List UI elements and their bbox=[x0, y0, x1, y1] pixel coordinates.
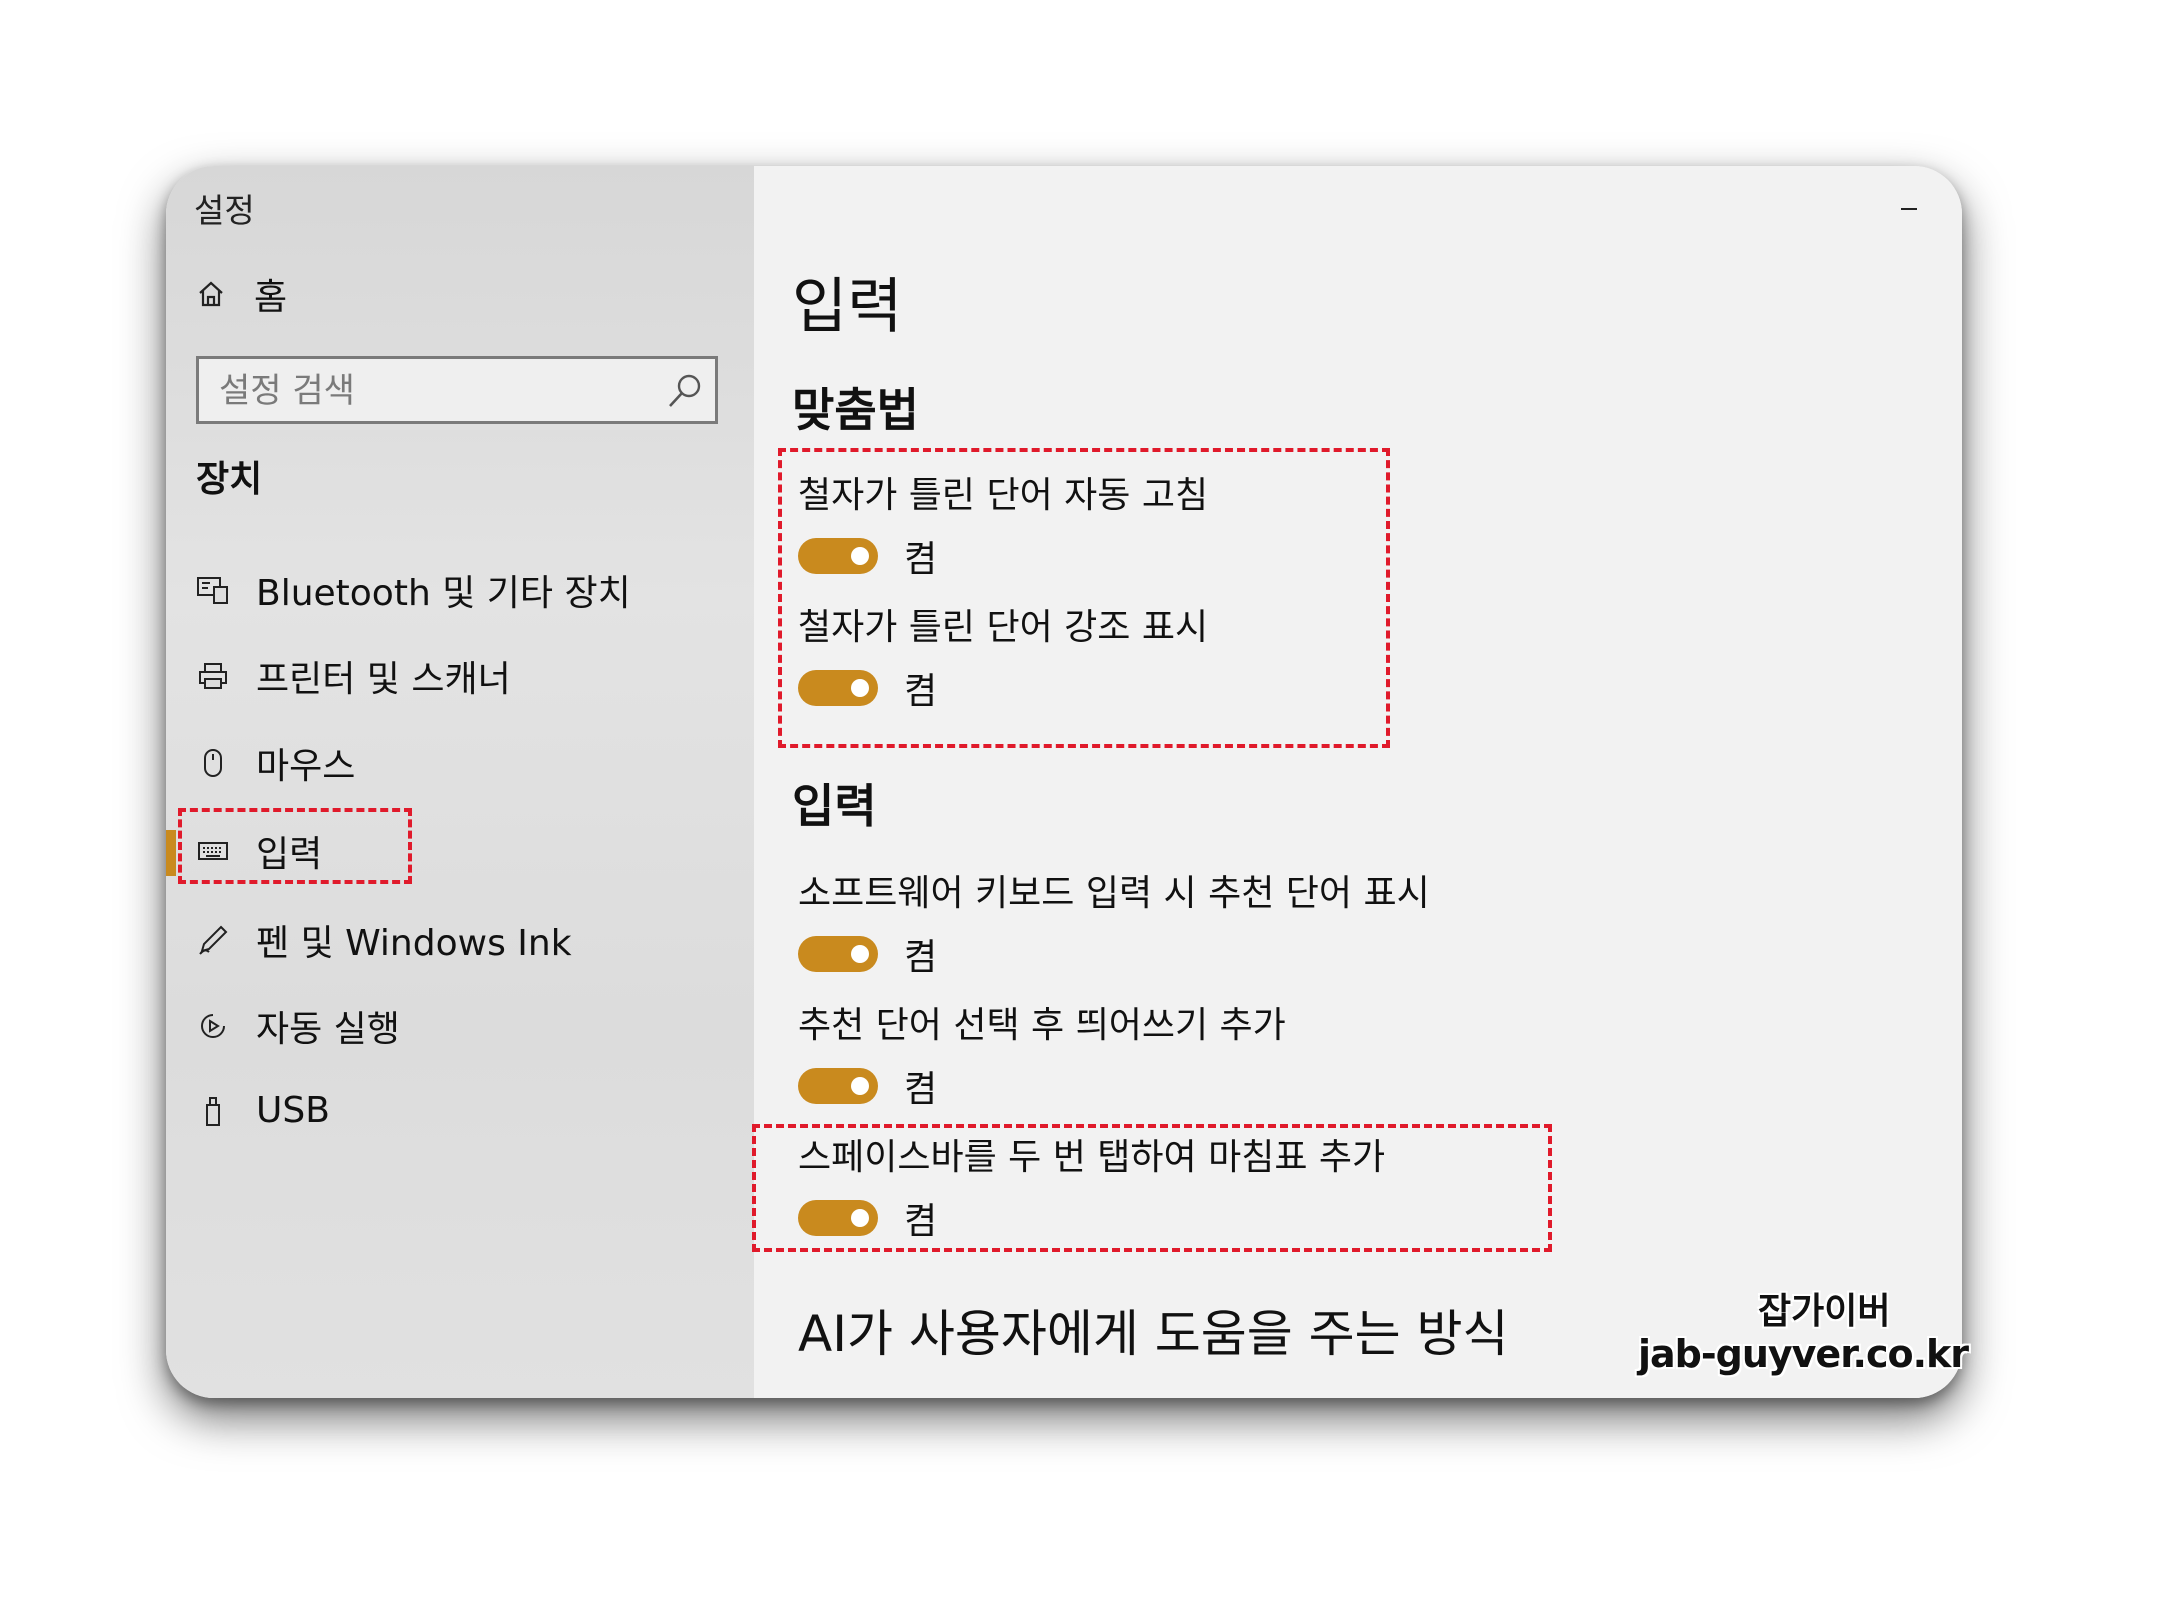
sidebar: 설정 홈 장치 Bluetooth 및 기타 장치 프린터 및 스캐너 bbox=[166, 166, 754, 1398]
toggle-highlight[interactable] bbox=[798, 670, 878, 706]
sidebar-item-typing[interactable]: 입력 bbox=[196, 825, 322, 877]
heading-spelling: 맞춤법 bbox=[792, 383, 919, 437]
home-label: 홈 bbox=[254, 277, 288, 318]
app-title: 설정 bbox=[194, 191, 255, 230]
sidebar-item-label: 입력 bbox=[256, 834, 323, 875]
setting-label-add-space: 추천 단어 선택 후 띄어쓰기 추가 bbox=[798, 1005, 1286, 1046]
toggle-row-autocorrect[interactable]: 켬 bbox=[798, 530, 937, 582]
settings-search[interactable] bbox=[196, 356, 718, 424]
toggle-state-label: 켬 bbox=[904, 1201, 938, 1242]
bluetooth-devices-icon bbox=[196, 573, 230, 607]
usb-icon bbox=[196, 1094, 230, 1128]
setting-label-double-space-period: 스페이스바를 두 번 탭하여 마침표 추가 bbox=[798, 1137, 1386, 1178]
minimize-icon bbox=[1901, 208, 1917, 210]
sidebar-item-mouse[interactable]: 마우스 bbox=[196, 737, 355, 789]
active-indicator bbox=[166, 830, 176, 876]
sidebar-item-printers[interactable]: 프린터 및 스캐너 bbox=[196, 650, 511, 702]
settings-window: 설정 홈 장치 Bluetooth 및 기타 장치 프린터 및 스캐너 bbox=[166, 166, 1962, 1398]
sidebar-item-label: 프린터 및 스캐너 bbox=[256, 659, 511, 700]
toggle-row-suggestions[interactable]: 켬 bbox=[798, 928, 937, 980]
toggle-state-label: 켬 bbox=[904, 937, 938, 978]
setting-label-highlight: 철자가 틀린 단어 강조 표시 bbox=[798, 607, 1209, 648]
sidebar-item-pen[interactable]: 펜 및 Windows Ink bbox=[196, 914, 572, 966]
sidebar-item-label: 자동 실행 bbox=[256, 1009, 400, 1050]
sidebar-item-bluetooth[interactable]: Bluetooth 및 기타 장치 bbox=[196, 564, 631, 616]
sidebar-item-label: 마우스 bbox=[256, 746, 356, 787]
sidebar-item-label: 펜 및 Windows Ink bbox=[256, 923, 572, 964]
setting-label-suggestions: 소프트웨어 키보드 입력 시 추천 단어 표시 bbox=[798, 873, 1430, 914]
mouse-icon bbox=[196, 746, 230, 780]
watermark-title: 잡가이버 bbox=[1758, 1291, 1891, 1332]
toggle-state-label: 켬 bbox=[904, 671, 938, 712]
setting-label-autocorrect: 철자가 틀린 단어 자동 고침 bbox=[798, 475, 1209, 516]
toggle-suggestions[interactable] bbox=[798, 936, 878, 972]
toggle-double-space-period[interactable] bbox=[798, 1200, 878, 1236]
toggle-row-highlight[interactable]: 켬 bbox=[798, 662, 937, 714]
toggle-state-label: 켬 bbox=[904, 539, 938, 580]
minimize-button[interactable] bbox=[1879, 178, 1939, 238]
heading-typing: 입력 bbox=[792, 779, 877, 833]
section-title-devices: 장치 bbox=[196, 459, 263, 500]
sidebar-item-label: USB bbox=[256, 1090, 330, 1131]
search-icon[interactable] bbox=[665, 371, 705, 411]
toggle-row-add-space[interactable]: 켬 bbox=[798, 1060, 937, 1112]
pen-icon bbox=[196, 923, 230, 957]
watermark-url: jab-guyver.co.kr bbox=[1638, 1332, 1969, 1376]
home-link[interactable]: 홈 bbox=[196, 268, 287, 320]
toggle-state-label: 켬 bbox=[904, 1069, 938, 1110]
sidebar-item-usb[interactable]: USB bbox=[196, 1090, 330, 1131]
search-input[interactable] bbox=[217, 367, 661, 415]
printer-icon bbox=[196, 659, 230, 693]
heading-ai-help: AI가 사용자에게 도움을 주는 방식 bbox=[798, 1305, 1509, 1363]
toggle-autocorrect[interactable] bbox=[798, 538, 878, 574]
toggle-row-double-space-period[interactable]: 켬 bbox=[798, 1192, 937, 1244]
page-title: 입력 bbox=[792, 272, 903, 342]
sidebar-item-label: Bluetooth 및 기타 장치 bbox=[256, 573, 631, 614]
toggle-add-space[interactable] bbox=[798, 1068, 878, 1104]
keyboard-icon bbox=[196, 834, 230, 868]
home-icon bbox=[196, 279, 226, 309]
autoplay-icon bbox=[196, 1009, 230, 1043]
sidebar-item-autoplay[interactable]: 자동 실행 bbox=[196, 1000, 400, 1052]
